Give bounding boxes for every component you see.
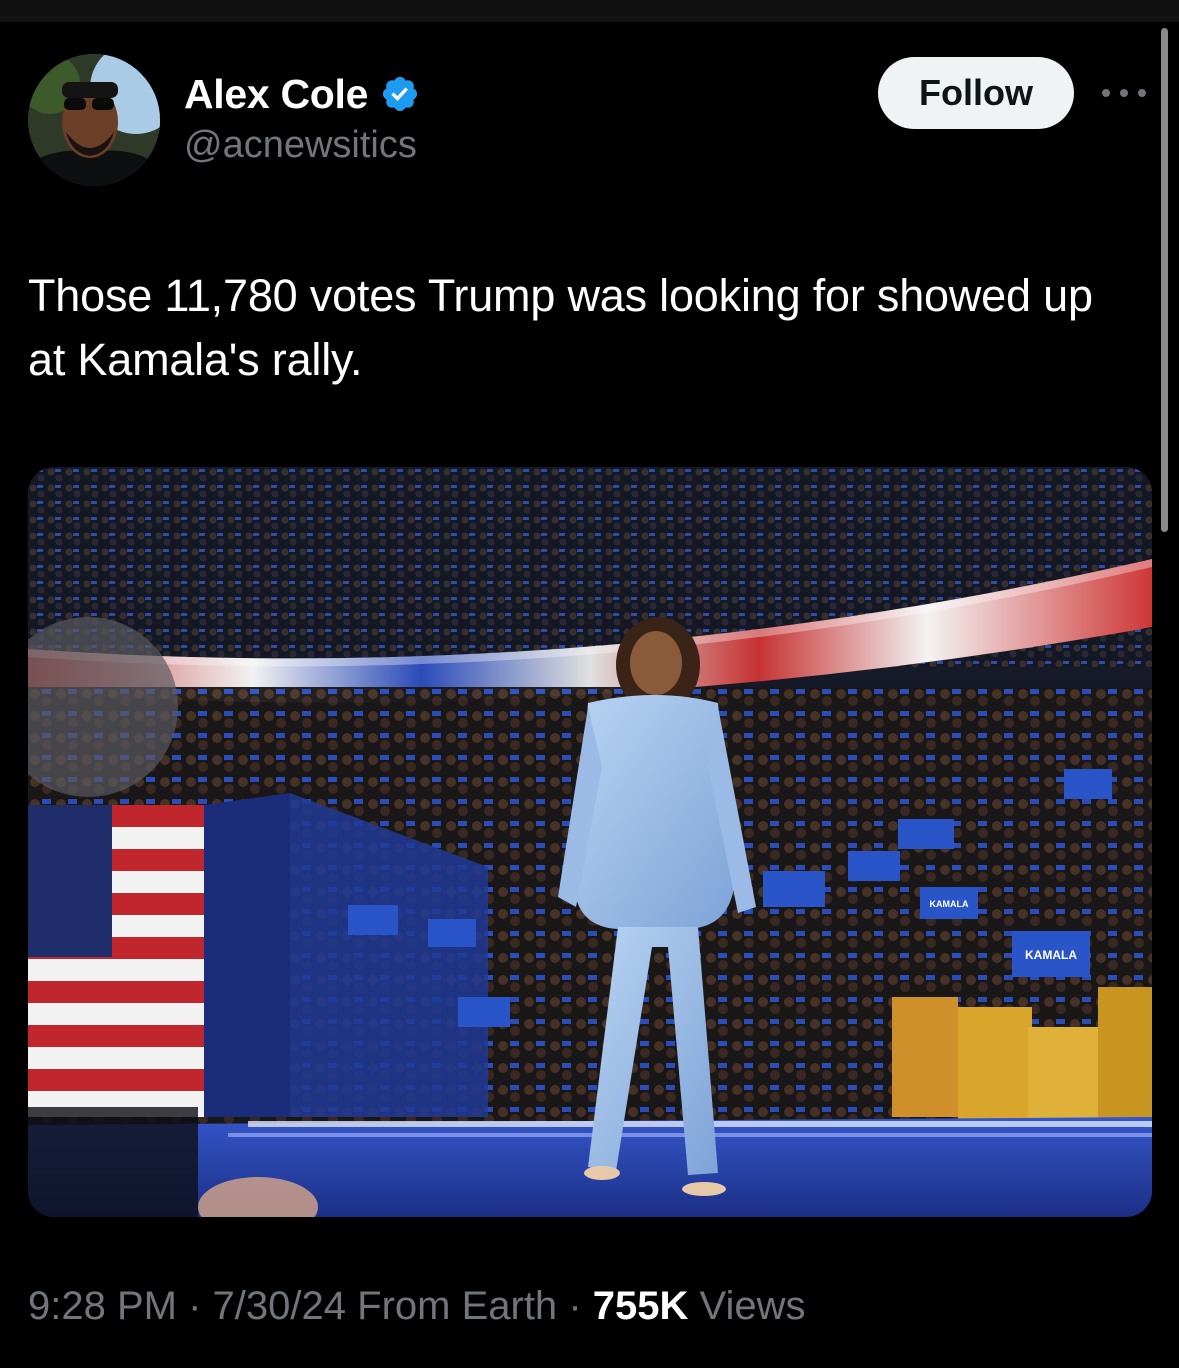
tweet-text: Those 11,780 votes Trump was looking for…	[28, 270, 1093, 385]
more-dot	[1138, 89, 1146, 97]
author-name[interactable]: Alex Cole	[184, 71, 368, 118]
verified-badge-icon[interactable]	[380, 74, 420, 114]
tweet-time[interactable]: 9:28 PM	[28, 1284, 177, 1328]
kamala-sign-text: KAMALA	[930, 899, 969, 909]
more-dot	[1120, 89, 1128, 97]
author-handle[interactable]: @acnewsitics	[184, 124, 417, 167]
more-options-icon[interactable]	[1102, 84, 1146, 102]
top-status-strip	[0, 0, 1179, 22]
avatar-image	[28, 54, 160, 186]
more-dot	[1102, 89, 1110, 97]
author-row: Alex Cole	[184, 68, 420, 120]
yellow-shirt-supporters	[892, 987, 1152, 1127]
kamala-sign-text: KAMALA	[1025, 948, 1077, 962]
tweet-photo[interactable]: KAMALA KAMALA	[28, 467, 1152, 1217]
scrollbar[interactable]	[1161, 28, 1168, 532]
rally-photo: KAMALA KAMALA	[28, 467, 1152, 1217]
views-label: Views	[699, 1284, 806, 1328]
follow-button[interactable]: Follow	[878, 57, 1074, 129]
tweet-date[interactable]: 7/30/24	[213, 1284, 346, 1328]
tweet-page: Alex Cole @acnewsitics Follow Those 11,7…	[0, 0, 1179, 1368]
avatar[interactable]	[28, 54, 160, 186]
tweet-location: From Earth	[357, 1284, 558, 1328]
tweet-meta: 9:28 PM · 7/30/24 From Earth · 755K View…	[28, 1284, 806, 1329]
views-count[interactable]: 755K	[593, 1284, 689, 1328]
american-flag	[28, 805, 204, 1117]
meta-separator: ·	[188, 1284, 202, 1328]
meta-separator: ·	[568, 1284, 582, 1328]
